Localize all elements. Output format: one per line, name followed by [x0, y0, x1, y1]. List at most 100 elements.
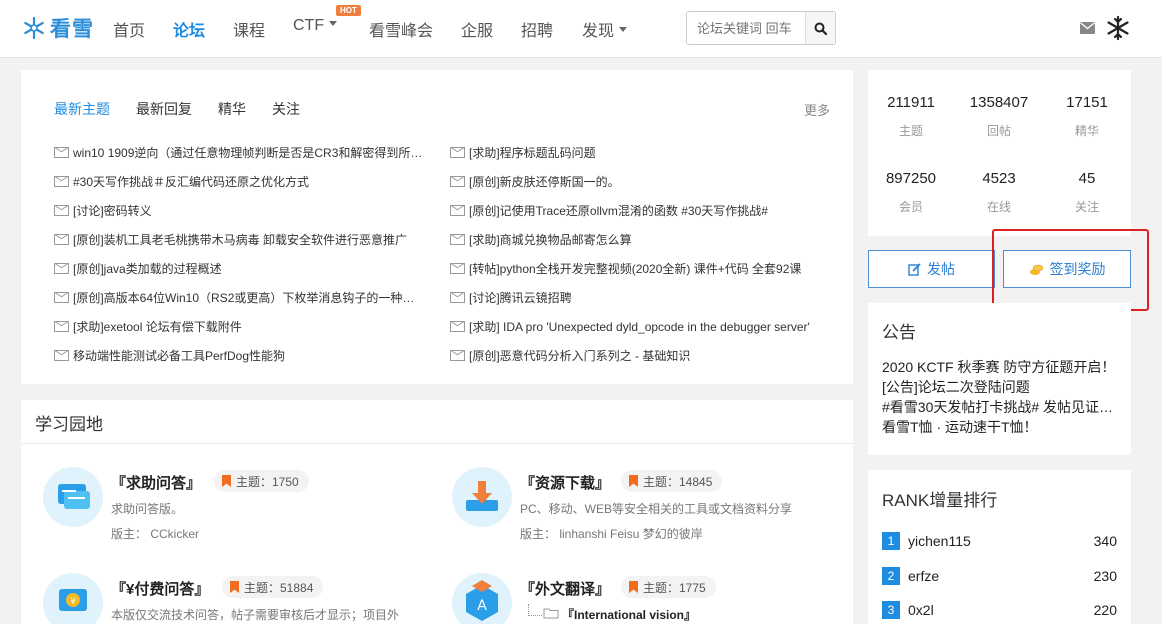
bookmark-icon: [230, 581, 239, 593]
list-item[interactable]: [原创]记使用Trace还原ollvm混淆的函数 #30天写作挑战#: [450, 196, 818, 225]
translate-icon[interactable]: A: [452, 573, 512, 624]
list-item[interactable]: [原创]java类加载的过程概述: [54, 254, 426, 283]
post-title: [原创]装机工具老毛桃携带木马病毒 卸载安全软件进行恶意推广: [73, 233, 408, 247]
tab-following[interactable]: 关注: [272, 99, 300, 119]
site-logo[interactable]: 看雪: [22, 12, 94, 44]
list-item[interactable]: [原创]恶意代码分析入门系列之 - 基础知识: [450, 341, 818, 370]
nav-courses[interactable]: 课程: [233, 17, 265, 41]
nav-home[interactable]: 首页: [113, 17, 145, 41]
stat-following-value: 45: [1078, 170, 1096, 187]
list-item[interactable]: [讨论]密码转义: [54, 196, 426, 225]
mail-icon[interactable]: [1080, 22, 1095, 34]
list-item[interactable]: [求助] IDA pro 'Unexpected dyld_opcode in …: [450, 312, 818, 341]
nav-summit[interactable]: 看雪峰会: [369, 17, 433, 41]
nav-enterprise[interactable]: 企服: [461, 17, 493, 41]
topic-count: 主题：1775: [643, 580, 706, 595]
stat-members-label: 会员: [898, 200, 923, 214]
forum-title-translation[interactable]: 『外文翻译』: [520, 578, 610, 599]
topic-count-badge: 主题：1750: [214, 470, 309, 492]
section-title: 学习园地: [35, 415, 103, 434]
list-item[interactable]: [原创]装机工具老毛桃携带木马病毒 卸载安全软件进行恶意推广: [54, 225, 426, 254]
forum-title-help[interactable]: 『求助问答』: [111, 472, 201, 493]
subforum-link[interactable]: 『International vision』: [562, 606, 696, 623]
notice-item[interactable]: #看雪30天发帖打卡挑战# 发帖见证成长: [882, 397, 1118, 417]
list-item[interactable]: 移动端性能测试必备工具PerfDog性能狗: [54, 341, 426, 370]
stat-featured-value: 17151: [1066, 94, 1108, 111]
stat-replies-value: 1358407: [969, 94, 1029, 111]
user-avatar-icon[interactable]: [1105, 15, 1131, 41]
forum-title-downloads[interactable]: 『资源下载』: [520, 472, 610, 493]
envelope-icon: [54, 350, 69, 361]
list-item[interactable]: [原创]新皮肤还停斯国一的。: [450, 167, 818, 196]
folder-icon: [543, 608, 559, 619]
list-item[interactable]: [讨论]腾讯云镜招聘: [450, 283, 818, 312]
rank-row[interactable]: 1 yichen115 340: [882, 531, 1117, 551]
new-post-button[interactable]: 发帖: [868, 250, 995, 288]
chat-bubble-icon[interactable]: [43, 467, 103, 527]
envelope-icon: [450, 292, 465, 303]
list-item[interactable]: [求助]商城兑换物品邮寄怎么算: [450, 225, 818, 254]
rank-number: 1: [882, 532, 900, 550]
topic-count: 主题：51884: [244, 580, 314, 595]
nav-ctf-label: CTF: [293, 17, 325, 34]
paid-qa-icon[interactable]: ¥: [43, 573, 103, 624]
hot-badge: HOT: [336, 5, 361, 16]
tab-latest-replies[interactable]: 最新回复: [136, 99, 192, 119]
list-item[interactable]: [求助]程序标题乱码问题: [450, 138, 818, 167]
nav-ctf[interactable]: CTF: [293, 17, 338, 35]
post-list-left: win10 1909逆向（通过任意物理帧判断是否是CR3和解密得到所有进程的CR…: [54, 138, 426, 370]
post-title: [原创]记使用Trace还原ollvm混淆的函数 #30天写作挑战#: [469, 204, 768, 218]
rank-username: erfze: [908, 568, 940, 584]
nav-discover[interactable]: 发现: [582, 17, 628, 41]
rank-username: yichen115: [908, 533, 971, 549]
brand-name: 看雪: [50, 18, 94, 41]
post-title: [转帖]python全栈开发完整视频(2020全新) 课件+代码 全套92课: [469, 262, 802, 276]
envelope-icon: [54, 292, 69, 303]
tree-connector: [528, 604, 542, 616]
list-item[interactable]: #30天写作挑战＃反汇编代码还原之优化方式: [54, 167, 426, 196]
bookmark-icon: [222, 475, 231, 487]
envelope-icon: [54, 263, 69, 274]
download-icon[interactable]: [452, 467, 512, 527]
forum-title-paid-qa[interactable]: 『¥付费问答』: [111, 578, 209, 599]
nav-jobs[interactable]: 招聘: [521, 17, 553, 41]
forum-moderators: 版主： CCkicker: [111, 527, 200, 541]
topic-count: 主题：14845: [643, 474, 713, 489]
list-item[interactable]: [求助]exetool 论坛有偿下载附件: [54, 312, 426, 341]
post-title: [讨论]密码转义: [73, 204, 152, 218]
more-link[interactable]: 更多: [804, 100, 830, 119]
rank-value: 230: [1093, 568, 1117, 584]
tab-latest-topics[interactable]: 最新主题: [54, 99, 110, 119]
notice-item[interactable]: [公告]论坛二次登陆问题: [882, 377, 1118, 397]
topic-count: 主题：1750: [236, 474, 299, 489]
post-title: [原创]恶意代码分析入门系列之 - 基础知识: [469, 349, 691, 363]
post-title: [讨论]腾讯云镜招聘: [469, 291, 572, 305]
envelope-icon: [54, 147, 69, 158]
post-list-right: [求助]程序标题乱码问题 [原创]新皮肤还停斯国一的。 [原创]记使用Trace…: [450, 138, 818, 370]
stat-replies-label: 回帖: [986, 124, 1011, 138]
svg-text:¥: ¥: [70, 597, 76, 607]
post-title: [原创]新皮肤还停斯国一的。: [469, 175, 620, 189]
snowflake-logo-icon: [24, 16, 44, 40]
post-title: 移动端性能测试必备工具PerfDog性能狗: [73, 349, 286, 363]
post-title: [求助]商城兑换物品邮寄怎么算: [469, 233, 632, 247]
search-button[interactable]: [805, 12, 835, 44]
edit-icon: [908, 262, 921, 276]
stat-featured-label: 精华: [1074, 124, 1099, 138]
top-navbar: 看雪 首页 论坛 课程 CTF HOT 看雪峰会 企服 招聘 发现: [0, 0, 1162, 58]
rank-row[interactable]: 3 0x2l 220: [882, 600, 1117, 620]
rank-value: 220: [1093, 602, 1117, 618]
notice-item[interactable]: 看雪T恤 · 运动速干T恤！: [882, 417, 1118, 437]
list-item[interactable]: [转帖]python全栈开发完整视频(2020全新) 课件+代码 全套92课: [450, 254, 818, 283]
search-icon: [814, 22, 827, 35]
list-item[interactable]: win10 1909逆向（通过任意物理帧判断是否是CR3和解密得到所有进程的CR…: [54, 138, 426, 167]
list-item[interactable]: [原创]高版本64位Win10（RS2或更高）下枚举消息钩子的一种方法: [54, 283, 426, 312]
search-input[interactable]: [687, 12, 805, 44]
rank-row[interactable]: 2 erfze 230: [882, 566, 1117, 586]
tab-featured[interactable]: 精华: [218, 99, 246, 119]
notice-item[interactable]: 2020 KCTF 秋季赛 防守方征题开启！: [882, 357, 1118, 377]
envelope-icon: [54, 321, 69, 332]
forum-description: 本版仅交流技术问答，帖子需要审核后才显示；项目外: [111, 608, 400, 622]
topic-count-badge: 主题：51884: [222, 576, 324, 598]
nav-forum[interactable]: 论坛: [173, 17, 205, 41]
